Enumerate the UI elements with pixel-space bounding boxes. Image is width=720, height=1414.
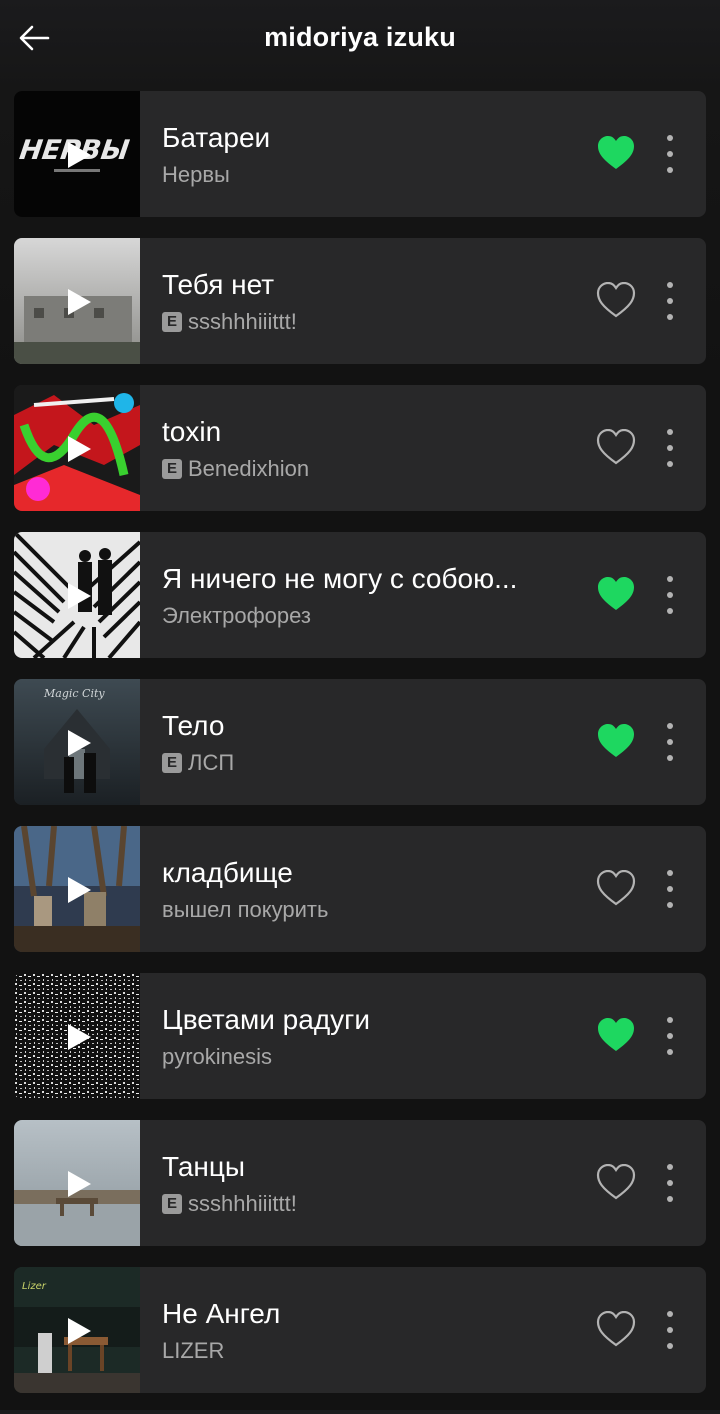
more-options-icon[interactable] — [658, 1013, 682, 1059]
artist-name: LIZER — [162, 1338, 225, 1363]
heart-filled-icon[interactable] — [596, 723, 636, 761]
album-cover — [14, 973, 140, 1099]
page-title: midoriya izuku — [264, 22, 456, 52]
play-icon — [68, 730, 91, 756]
album-cover — [14, 1120, 140, 1246]
svg-text:Magic City: Magic City — [43, 687, 105, 700]
more-options-icon[interactable] — [658, 425, 682, 471]
explicit-badge: E — [162, 753, 182, 773]
track-row[interactable]: Magic City Тело E ЛСП — [14, 679, 706, 805]
heart-filled-icon[interactable] — [596, 135, 636, 173]
artist-name: ssshhhiiittt! — [188, 1191, 297, 1216]
more-options-icon[interactable] — [658, 572, 682, 618]
artist-name: Нервы — [162, 162, 230, 187]
more-options-icon[interactable] — [658, 719, 682, 765]
heart-outline-icon[interactable] — [596, 1164, 636, 1202]
more-options-icon[interactable] — [658, 866, 682, 912]
heart-outline-icon[interactable] — [596, 1311, 636, 1349]
album-cover: НЕРВЫ — [14, 91, 140, 217]
explicit-badge: E — [162, 459, 182, 479]
track-row[interactable]: Танцы E ssshhhiiittt! — [14, 1120, 706, 1246]
artist-name: Benedixhion — [188, 456, 310, 481]
explicit-badge: E — [162, 1194, 182, 1214]
track-row[interactable]: Я ничего не могу с собою... Электрофорез — [14, 532, 706, 658]
album-cover — [14, 238, 140, 364]
album-cover: Lizer — [14, 1267, 140, 1393]
track-title: Батареи — [162, 122, 271, 153]
play-icon — [68, 289, 91, 315]
album-cover — [14, 385, 140, 511]
svg-text:Lizer: Lizer — [22, 1281, 47, 1292]
play-icon — [68, 877, 91, 903]
heart-filled-icon[interactable] — [596, 1017, 636, 1055]
heart-outline-icon[interactable] — [596, 429, 636, 467]
track-title: Танцы — [162, 1151, 246, 1182]
track-row[interactable]: toxin E Benedixhion — [14, 385, 706, 511]
artist-name: ЛСП — [188, 750, 235, 775]
album-cover: Magic City — [14, 679, 140, 805]
track-row[interactable]: НЕРВЫ Батареи Нервы — [14, 91, 706, 217]
play-icon — [68, 1024, 91, 1050]
track-list: НЕРВЫ Батареи Нервы — [14, 91, 706, 1414]
more-options-icon[interactable] — [658, 131, 682, 177]
track-title: Я ничего не могу с собою... — [162, 563, 518, 594]
track-title: Цветами радуги — [162, 1004, 371, 1035]
track-title: Не Ангел — [162, 1298, 281, 1329]
more-options-icon[interactable] — [658, 1307, 682, 1353]
album-cover — [14, 826, 140, 952]
play-icon — [68, 1318, 91, 1344]
artist-name: вышел покурить — [162, 897, 329, 922]
play-icon — [68, 583, 91, 609]
artist-name: pyrokinesis — [162, 1044, 273, 1069]
track-row[interactable]: Lizer Не Ангел LIZER — [14, 1267, 706, 1393]
play-icon — [68, 142, 91, 168]
track-row[interactable]: Тебя нет E ssshhhiiittt! — [14, 238, 706, 364]
heart-outline-icon[interactable] — [596, 870, 636, 908]
track-row[interactable]: Цветами радуги pyrokinesis — [14, 973, 706, 1099]
heart-outline-icon[interactable] — [596, 282, 636, 320]
track-title: Тебя нет — [162, 269, 275, 300]
play-icon — [68, 436, 91, 462]
track-title: toxin — [162, 416, 222, 447]
track-title: кладбище — [162, 857, 293, 888]
artist-name: Электрофорез — [162, 603, 311, 628]
play-icon — [68, 1171, 91, 1197]
more-options-icon[interactable] — [658, 278, 682, 324]
heart-filled-icon[interactable] — [596, 576, 636, 614]
album-cover — [14, 532, 140, 658]
header: midoriya izuku — [0, 0, 720, 80]
more-options-icon[interactable] — [658, 1160, 682, 1206]
track-title: Тело — [162, 710, 225, 741]
artist-name: ssshhhiiittt! — [188, 309, 297, 334]
track-row[interactable]: кладбище вышел покурить — [14, 826, 706, 952]
explicit-badge: E — [162, 312, 182, 332]
